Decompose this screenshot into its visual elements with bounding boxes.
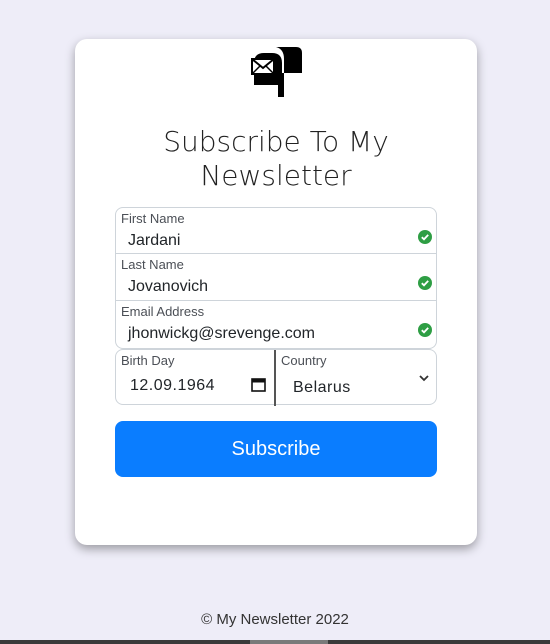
country-select[interactable]: Country Belarus xyxy=(274,349,437,406)
page-title: Subscribe To My Newsletter xyxy=(75,125,477,193)
birth-day-field[interactable]: Birth Day 12.09.1964 xyxy=(115,349,276,405)
page: Subscribe To My Newsletter First Name Ja… xyxy=(0,0,550,644)
horizontal-scrollbar[interactable] xyxy=(0,640,550,644)
check-circle-icon xyxy=(418,276,432,290)
email-field[interactable]: Email Address jhonwickg@srevenge.com xyxy=(115,301,437,349)
scrollbar-thumb[interactable] xyxy=(250,640,328,644)
check-circle-icon xyxy=(418,323,432,337)
last-name-label: Last Name xyxy=(121,257,184,272)
country-value[interactable]: Belarus xyxy=(293,379,351,397)
check-circle-icon xyxy=(418,230,432,244)
birth-day-input[interactable]: 12.09.1964 xyxy=(130,377,215,395)
calendar-icon[interactable] xyxy=(251,377,266,392)
first-name-label: First Name xyxy=(121,211,185,226)
footer-copyright: © My Newsletter 2022 xyxy=(201,611,349,628)
title-line-1: Subscribe To My xyxy=(163,125,389,158)
first-name-field[interactable]: First Name Jardani xyxy=(115,207,437,254)
email-input[interactable]: jhonwickg@srevenge.com xyxy=(128,325,315,343)
last-name-field[interactable]: Last Name Jovanovich xyxy=(115,254,437,301)
newsletter-card: Subscribe To My Newsletter First Name Ja… xyxy=(75,39,477,545)
birth-country-row: Birth Day 12.09.1964 Country Belarus xyxy=(115,349,437,406)
chevron-down-icon[interactable] xyxy=(418,372,430,384)
email-label: Email Address xyxy=(121,304,205,319)
subscribe-button[interactable]: Subscribe xyxy=(115,421,437,477)
birth-day-label: Birth Day xyxy=(121,353,175,368)
mailbox-icon xyxy=(251,47,302,97)
last-name-input[interactable]: Jovanovich xyxy=(128,278,208,296)
title-line-2: Newsletter xyxy=(200,159,352,192)
country-label: Country xyxy=(281,353,327,368)
first-name-input[interactable]: Jardani xyxy=(128,232,180,250)
